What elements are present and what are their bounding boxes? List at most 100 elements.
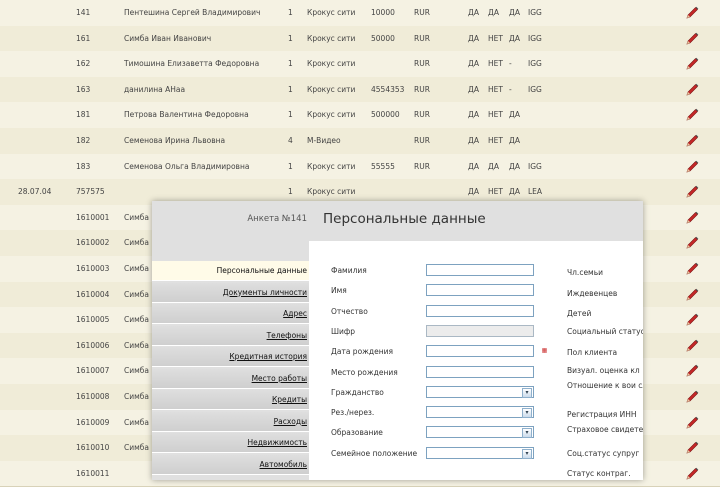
pencil-icon[interactable] (684, 31, 700, 47)
text-input[interactable] (426, 284, 534, 297)
pencil-icon[interactable] (684, 415, 700, 431)
pencil-icon[interactable] (684, 312, 700, 328)
field-select[interactable]: ▾ (426, 385, 534, 398)
table-row[interactable]: 141 Пентешина Сергей Владимирович 1 Крокус … (0, 0, 720, 27)
nav-item[interactable]: Недвижимость (152, 433, 309, 453)
cell-f2: ДА (488, 8, 499, 17)
cell-id: 757575 (76, 187, 105, 197)
table-row[interactable]: 163 данилина АНаа 1 Крокус сити 4554353 RUR ДА… (0, 76, 720, 104)
cell-id: 141 (76, 8, 91, 17)
section-nav: Персональные данные Документы личности Адр… (152, 241, 309, 480)
dropdown-arrow-icon[interactable]: ▾ (522, 428, 532, 439)
pencil-icon[interactable] (684, 5, 700, 21)
nav-item[interactable]: Кредитная история (152, 347, 309, 367)
pencil-icon[interactable] (684, 210, 700, 226)
text-input[interactable] (426, 264, 534, 276)
cell-n: 1 (288, 84, 293, 94)
nav-item[interactable]: Место работы (152, 368, 309, 389)
field-select[interactable]: ▾ (426, 426, 534, 439)
nav-item[interactable]: Адрес (152, 304, 309, 324)
nav-item[interactable]: Документы личности (152, 282, 309, 303)
right-field-label: Страховое свидете ПФ (567, 425, 643, 434)
nav-item[interactable]: Расходы (152, 411, 309, 432)
cell-n: 1 (288, 33, 293, 43)
cell-sum: 55555 (371, 161, 395, 171)
pencil-icon[interactable] (684, 235, 700, 251)
cell-n: 4 (288, 136, 293, 145)
cell-date (18, 230, 70, 256)
dialog-header: Анкета №141 Персональные данные (152, 201, 643, 241)
cell-id: 182 (76, 136, 91, 145)
cell-name: Петрова Валентина Федоровна (124, 110, 249, 120)
cell-cur: RUR (414, 110, 430, 120)
cell-sum: 4554353 (371, 84, 405, 94)
cell-date (18, 256, 70, 282)
cell-id: 1610002 (76, 238, 110, 248)
pencil-icon[interactable] (684, 184, 700, 200)
field-select[interactable]: ▾ (426, 406, 534, 419)
pencil-icon[interactable] (684, 261, 700, 277)
cell-f4: IGG (528, 84, 542, 94)
cell-f2: НЕТ (488, 59, 503, 69)
cell-date (18, 102, 70, 128)
cell-f1: ДА (468, 110, 479, 120)
cell-store: Крокус сити (307, 33, 356, 43)
cell-id: 181 (76, 110, 91, 120)
field-label: Семейное положение (331, 448, 418, 458)
cell-sum: 500000 (371, 110, 400, 120)
table-row[interactable]: 182 Семенова Ирина Львовна 4 М-Видео RUR ДА НЕ… (0, 128, 720, 155)
pencil-icon[interactable] (684, 107, 700, 123)
cell-id: 1610005 (76, 315, 110, 325)
cell-f2: НЕТ (488, 33, 503, 43)
nav-item[interactable]: Автомобиль (152, 454, 309, 475)
dropdown-arrow-icon[interactable]: ▾ (522, 408, 532, 419)
cell-date (18, 26, 70, 52)
cell-f4 (528, 102, 552, 128)
pencil-icon[interactable] (684, 159, 700, 175)
cell-f3: ДА (509, 136, 520, 145)
cell-n: 1 (288, 8, 293, 17)
pencil-icon[interactable] (684, 466, 700, 482)
pencil-icon[interactable] (684, 82, 700, 98)
table-row[interactable]: 181 Петрова Валентина Федоровна 1 Крокус си… (0, 102, 720, 129)
cell-f4: IGG (528, 161, 542, 171)
pencil-icon[interactable] (684, 363, 700, 379)
cell-store: Крокус сити (307, 59, 356, 69)
cell-f1: ДА (468, 33, 479, 43)
cell-name: Тимошина Елизаветта Федоровна (124, 59, 260, 69)
pencil-icon[interactable] (684, 338, 700, 354)
text-input[interactable] (426, 365, 534, 378)
pencil-icon[interactable] (684, 440, 700, 456)
cell-date (18, 128, 70, 154)
pencil-icon[interactable] (684, 287, 700, 303)
table-row[interactable]: 183 Семенова Ольга Владимировна 1 Крокус си… (0, 153, 720, 181)
cell-date (18, 154, 70, 180)
table-row[interactable]: 162 Тимошина Елизаветта Федоровна 1 Крокус … (0, 51, 720, 78)
pencil-icon[interactable] (684, 389, 700, 405)
cell-f2: НЕТ (488, 110, 503, 120)
pencil-icon[interactable] (684, 56, 700, 72)
cell-id: 162 (76, 59, 91, 69)
dropdown-arrow-icon[interactable]: ▾ (522, 387, 532, 398)
text-input[interactable] (426, 324, 534, 337)
cell-date: 28.07.04 (18, 187, 52, 197)
cell-f1: ДА (468, 136, 479, 145)
cell-store: Крокус сити (307, 8, 356, 17)
cell-cur: RUR (414, 59, 430, 69)
cell-store: Крокус сити (307, 161, 356, 171)
text-input[interactable] (426, 304, 534, 317)
field-select[interactable]: ▾ (426, 446, 534, 459)
nav-item[interactable]: Персональные данные (152, 261, 309, 281)
nav-item[interactable]: Кредиты (152, 390, 309, 410)
pencil-icon[interactable] (684, 133, 700, 149)
right-field-label: Соц.статус супруг (567, 449, 640, 458)
cell-date (18, 307, 70, 333)
dropdown-arrow-icon[interactable]: ▾ (522, 448, 532, 459)
table-row[interactable]: 161 Симба Иван Иванович 1 Крокус сити 50000 R… (0, 25, 720, 53)
nav-item[interactable]: Телефоны (152, 325, 309, 346)
cell-f1: ДА (468, 84, 479, 94)
cell-f4: IGG (528, 33, 542, 43)
birthdate-input[interactable] (426, 345, 534, 358)
cell-sum: 50000 (371, 33, 395, 43)
calendar-icon[interactable]: ▦ (539, 346, 550, 356)
